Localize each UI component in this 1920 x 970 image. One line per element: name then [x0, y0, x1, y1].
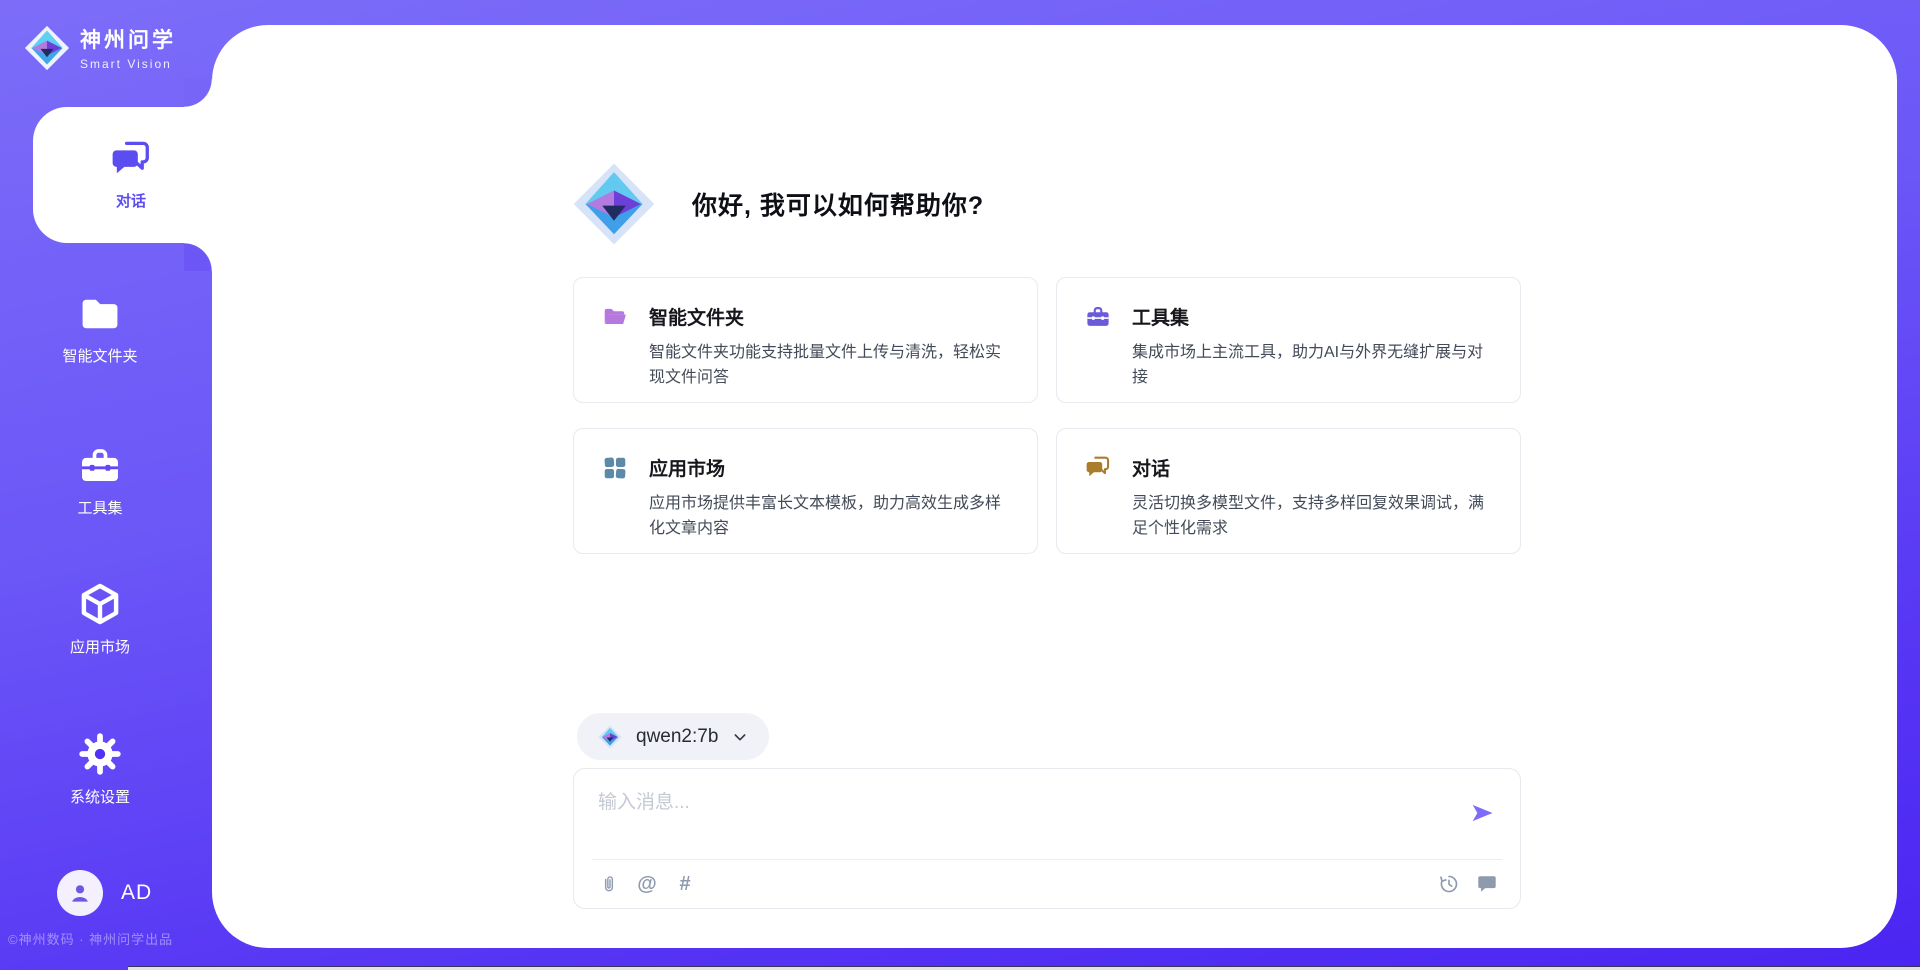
chat-bubbles-icon: [110, 139, 152, 181]
chevron-down-icon: [732, 729, 748, 745]
sidebar-item-label: 应用市场: [70, 636, 130, 657]
chat-bubbles-icon: [1085, 455, 1111, 481]
paperclip-icon: [599, 874, 619, 894]
card-description: 应用市场提供丰富长文本模板，助力高效生成多样化文章内容: [649, 491, 1009, 541]
sidebar-item-label: 智能文件夹: [62, 345, 137, 366]
assistant-logo-icon: [572, 162, 656, 246]
folder-icon: [78, 292, 122, 336]
gear-icon: [77, 731, 123, 777]
card-title: 工具集: [1132, 303, 1189, 330]
card-title: 对话: [1132, 454, 1170, 481]
model-selector[interactable]: qwen2:7b: [577, 713, 769, 760]
cube-icon: [77, 581, 123, 627]
card-app-market[interactable]: 应用市场 应用市场提供丰富长文本模板，助力高效生成多样化文章内容: [573, 428, 1038, 554]
sidebar: 神州问学 Smart Vision 对话: [0, 0, 212, 970]
avatar: [57, 870, 103, 916]
brand-text: 神州问学 Smart Vision: [80, 24, 176, 71]
user-account[interactable]: AD: [57, 870, 152, 916]
sidebar-footer: ©神州数码 · 神州问学出品: [8, 929, 173, 948]
app-grid-icon: [602, 455, 628, 481]
card-description: 智能文件夹功能支持批量文件上传与清洗，轻松实现文件问答: [649, 340, 1009, 390]
brand-logo-icon: [24, 25, 70, 71]
chat-filled-icon: [1476, 873, 1498, 895]
feature-cards: 智能文件夹 智能文件夹功能支持批量文件上传与清洗，轻松实现文件问答 工具集 集成…: [573, 277, 1521, 554]
feedback-button[interactable]: [1476, 873, 1498, 895]
history-button[interactable]: [1438, 873, 1460, 895]
composer: @ #: [573, 768, 1521, 909]
attachment-button[interactable]: [598, 873, 620, 895]
sidebar-item-label: 系统设置: [70, 786, 130, 807]
hashtag-button[interactable]: #: [674, 873, 696, 895]
brand: 神州问学 Smart Vision: [24, 24, 176, 71]
sidebar-item-toolset[interactable]: 工具集: [0, 444, 200, 518]
card-toolset[interactable]: 工具集 集成市场上主流工具，助力AI与外界无缝扩展与对接: [1056, 277, 1521, 403]
card-title: 应用市场: [649, 454, 725, 481]
toolbox-icon: [1085, 304, 1111, 330]
send-button[interactable]: [1466, 797, 1498, 829]
brand-name: 神州问学: [80, 24, 176, 54]
history-icon: [1438, 873, 1460, 895]
message-input[interactable]: [598, 787, 1458, 847]
greeting: 你好, 我可以如何帮助你?: [572, 162, 984, 246]
folder-open-icon: [602, 304, 628, 330]
model-name: qwen2:7b: [636, 726, 718, 748]
card-description: 灵活切换多模型文件，支持多样回复效果调试，满足个性化需求: [1132, 491, 1492, 541]
model-logo-icon: [598, 725, 622, 749]
user-initials: AD: [121, 881, 152, 905]
active-tab-fillet-bottom: [184, 243, 212, 271]
greeting-title: 你好, 我可以如何帮助你?: [692, 186, 984, 222]
card-title: 智能文件夹: [649, 303, 744, 330]
sidebar-item-app-market[interactable]: 应用市场: [0, 581, 200, 657]
card-chat[interactable]: 对话 灵活切换多模型文件，支持多样回复效果调试，满足个性化需求: [1056, 428, 1521, 554]
sidebar-item-label: 对话: [116, 190, 146, 211]
sidebar-item-chat-active[interactable]: 对话: [33, 107, 212, 243]
mention-button[interactable]: @: [636, 873, 658, 895]
brand-subtitle: Smart Vision: [80, 57, 176, 71]
card-description: 集成市场上主流工具，助力AI与外界无缝扩展与对接: [1132, 340, 1492, 390]
toolbox-icon: [78, 444, 122, 488]
card-smart-folder[interactable]: 智能文件夹 智能文件夹功能支持批量文件上传与清洗，轻松实现文件问答: [573, 277, 1038, 403]
sidebar-item-settings[interactable]: 系统设置: [0, 731, 200, 807]
app-window: 神州问学 Smart Vision 对话: [0, 0, 1920, 970]
composer-toolbar: @ #: [598, 860, 1498, 908]
sidebar-item-label: 工具集: [77, 497, 122, 518]
sidebar-item-smart-folder[interactable]: 智能文件夹: [0, 292, 200, 366]
active-tab-fillet-top: [184, 79, 212, 107]
screen-bottom-edge: [128, 966, 1920, 970]
